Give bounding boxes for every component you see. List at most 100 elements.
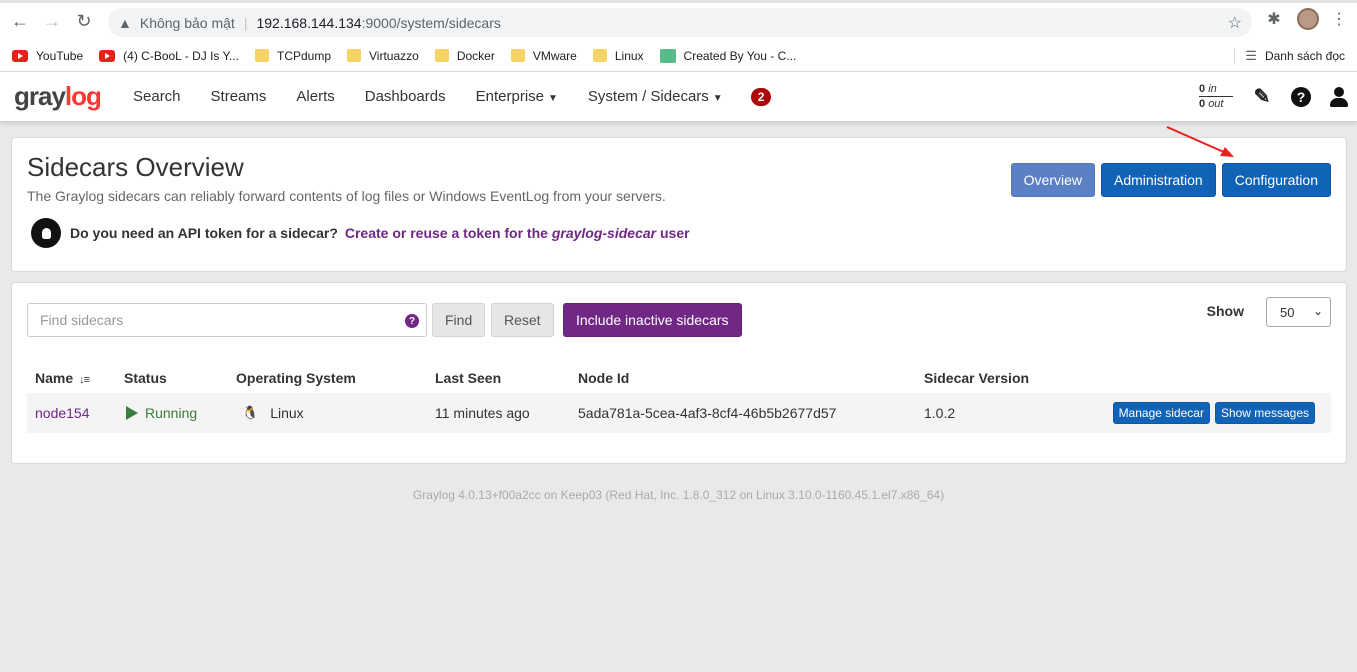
page-size-select[interactable]: 50 ⌄ (1266, 297, 1331, 327)
address-bar[interactable]: ▲ Không bảo mật | 192.168.144.134 :9000/… (108, 8, 1252, 37)
logo-text-log: log (64, 81, 102, 111)
forward-arrow-icon[interactable]: → (36, 6, 68, 38)
sidecar-list-panel: Find sidecars ? Find Reset Include inact… (11, 282, 1347, 464)
bookmark-virtuazzo[interactable]: Virtuazzo (347, 49, 419, 63)
nav-streams[interactable]: Streams (196, 88, 282, 105)
sidecars-header-panel: Sidecars Overview The Graylog sidecars c… (11, 137, 1347, 272)
annotation-arrow-icon (1166, 126, 1234, 157)
status-running: Running (124, 405, 236, 421)
bookmark-label: Created By You - C... (683, 48, 797, 63)
bookmark-label: YouTube (36, 48, 84, 63)
column-header-os[interactable]: Operating System (236, 370, 435, 386)
edit-scratchpad-icon[interactable]: ✎ (1251, 84, 1273, 109)
bookmarks-bar: YouTube (4) C-BooL - DJ Is Y... TCPdump … (0, 40, 1357, 72)
folder-icon (434, 49, 449, 62)
column-header-last-seen[interactable]: Last Seen (435, 370, 578, 386)
api-token-hint: Do you need an API token for a sidecar? … (31, 218, 690, 248)
bookmark-star-icon[interactable]: ☆ (1228, 13, 1242, 33)
graylog-navbar: graylog Search Streams Alerts Dashboards… (0, 72, 1357, 122)
search-input[interactable]: Find sidecars ? (27, 303, 427, 337)
bookmark-label: Linux (614, 48, 644, 63)
token-question: Do you need an API token for a sidecar? (70, 225, 338, 241)
administration-button[interactable]: Administration (1101, 163, 1216, 197)
nav-alerts[interactable]: Alerts (281, 88, 349, 105)
codebeautify-icon (659, 48, 676, 63)
youtube-icon (12, 49, 28, 62)
bookmark-docker[interactable]: Docker (434, 48, 495, 63)
column-header-version[interactable]: Sidecar Version (924, 370, 1094, 386)
token-link-user: graylog-sidecar (551, 225, 657, 241)
folder-icon (254, 49, 269, 62)
reset-button[interactable]: Reset (491, 303, 554, 337)
logo-text-gray: gray (14, 81, 66, 111)
overview-button[interactable]: Overview (1010, 163, 1096, 197)
bookmark-label: Virtuazzo (369, 48, 419, 63)
bookmark-created-by-you[interactable]: Created By You - C... (659, 48, 797, 63)
throughput-in-value: 0 (1199, 83, 1206, 95)
token-link-suffix: user (659, 225, 690, 241)
address-separator: | (243, 14, 248, 31)
lightbulb-icon (31, 218, 61, 248)
os-label: Linux (270, 405, 304, 421)
bookmark-label: TCPdump (276, 48, 332, 63)
column-header-node-id[interactable]: Node Id (578, 370, 924, 386)
sidecars-table: Name ↓≡ Status Operating System Last Seen… (27, 363, 1331, 433)
nav-system-sidecars[interactable]: System / Sidecars ▼ (573, 88, 738, 105)
navbar-right: 0 in 0 out ✎ ? (1199, 82, 1349, 111)
throughput-indicator[interactable]: 0 in 0 out (1199, 82, 1233, 111)
version-cell: 1.0.2 (924, 405, 956, 421)
folder-icon (510, 49, 525, 62)
nav-enterprise-label: Enterprise (475, 88, 544, 105)
manage-sidecar-button[interactable]: Manage sidecar (1112, 402, 1210, 424)
token-link-prefix: Create or reuse a token for the (344, 225, 548, 241)
column-header-status[interactable]: Status (124, 370, 236, 386)
reading-list-icon: ☰ (1245, 47, 1257, 63)
throughput-in-label: in (1208, 83, 1217, 95)
table-row: node154 Running 🐧 Linux 11 minutes ago 5a… (27, 393, 1331, 433)
notification-badge[interactable]: 2 (750, 87, 772, 106)
bookmark-cbool[interactable]: (4) C-BooL - DJ Is Y... (99, 49, 239, 63)
nav-search[interactable]: Search (118, 88, 196, 105)
chevron-down-icon: ⌄ (1312, 304, 1323, 318)
sort-icon[interactable]: ↓≡ (79, 374, 90, 386)
question-circle-icon[interactable]: ? (405, 314, 419, 328)
bookmark-tcpdump[interactable]: TCPdump (254, 48, 332, 63)
status-label: Running (145, 405, 198, 421)
sidecar-name-link[interactable]: node154 (35, 405, 90, 421)
table-header: Name ↓≡ Status Operating System Last Seen… (27, 363, 1331, 393)
bookmark-linux[interactable]: Linux (592, 48, 644, 63)
page-size-label: Show (1206, 303, 1244, 319)
caret-down-icon: ▼ (548, 93, 558, 104)
user-icon[interactable] (1329, 86, 1349, 107)
row-actions: Manage sidecar Show messages (1094, 402, 1331, 424)
include-inactive-button[interactable]: Include inactive sidecars (563, 303, 742, 337)
reading-list-label: Danh sách đọc (1264, 48, 1345, 63)
configuration-button[interactable]: Configuration (1221, 163, 1331, 197)
extensions-puzzle-icon[interactable]: ✱ (1263, 9, 1285, 29)
nav-dashboards[interactable]: Dashboards (350, 88, 461, 105)
nav-enterprise[interactable]: Enterprise ▼ (461, 88, 573, 105)
browser-menu-icon[interactable]: ⋮ (1331, 9, 1347, 29)
create-token-link[interactable]: Create or reuse a token for the graylog-… (345, 225, 690, 241)
insecure-label: Không bảo mật (139, 14, 235, 31)
find-button[interactable]: Find (432, 303, 486, 337)
help-icon[interactable]: ? (1291, 86, 1311, 107)
bookmark-youtube[interactable]: YouTube (12, 49, 83, 63)
back-arrow-icon[interactable]: ← (4, 6, 36, 38)
node-id-cell: 5ada781a-5cea-4af3-8cf4-46b5b2677d57 (578, 405, 837, 421)
reading-list-button[interactable]: ☰ Danh sách đọc (1245, 48, 1345, 64)
bookmarks-divider (1234, 48, 1235, 64)
reload-icon[interactable]: ↻ (68, 6, 100, 38)
show-messages-button[interactable]: Show messages (1214, 402, 1315, 424)
bookmark-vmware[interactable]: VMware (510, 49, 577, 63)
folder-icon (347, 49, 362, 62)
bookmark-label: Docker (456, 48, 495, 63)
folder-icon (592, 49, 607, 62)
profile-avatar[interactable] (1297, 8, 1319, 30)
column-header-name[interactable]: Name ↓≡ (27, 370, 124, 386)
caret-down-icon: ▼ (712, 93, 723, 104)
play-icon (126, 406, 138, 420)
header-button-group: Overview Administration Configuration (1010, 163, 1331, 197)
search-placeholder: Find sidecars (40, 312, 124, 328)
graylog-logo[interactable]: graylog (14, 81, 118, 112)
